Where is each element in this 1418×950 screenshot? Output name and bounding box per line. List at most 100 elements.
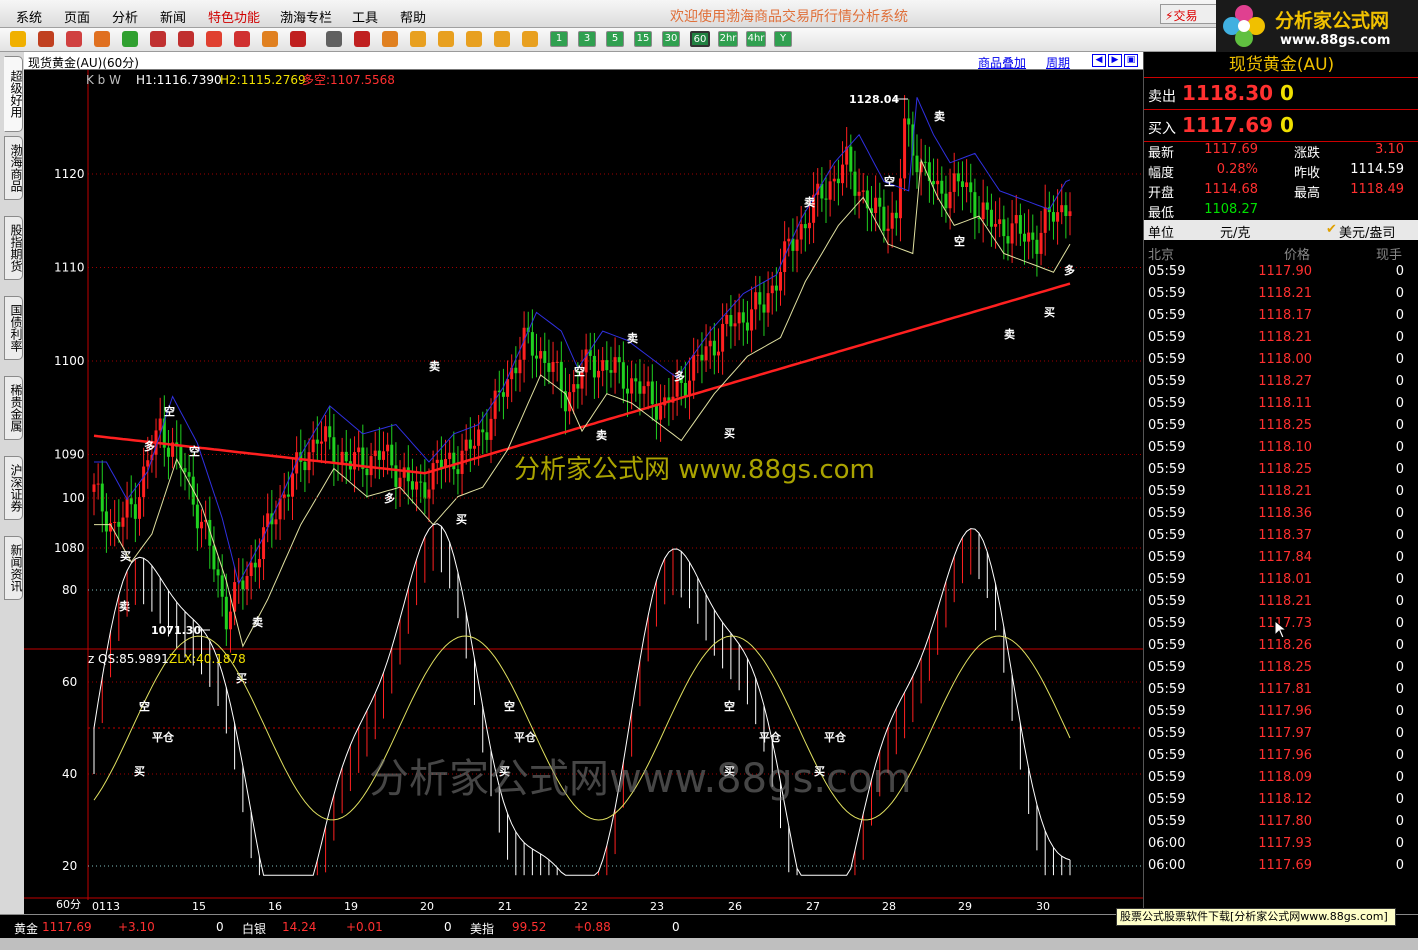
tick-time: 05:59 [1148,484,1186,499]
candle-body [547,362,551,372]
refresh-icon[interactable] [122,31,138,47]
candle-body [166,447,170,457]
menu-page[interactable]: 页面 [64,7,90,26]
tick-price: 1118.27 [1258,374,1312,389]
candle-body [1035,239,1039,254]
tick-row: 05:59 1118.09 0 [1144,770,1418,792]
tab-index-futures[interactable]: 股指期货 [4,216,23,280]
chart-header: 现货黄金(AU)(60分) 商品叠加 周期 ◀ ▶ ▣ [24,52,1143,70]
main-y-tick-label: 1110 [54,261,85,275]
candle-body [799,224,803,240]
period-year-button[interactable]: Y [774,31,792,47]
tick-volume: 0 [1395,616,1404,631]
tab-news[interactable]: 新闻资讯 [4,536,23,600]
menu-help[interactable]: 帮助 [400,7,426,26]
candle-body [874,197,878,214]
chart-canvas[interactable]: 10801090110011101120 卖卖卖卖卖卖卖卖买买买买买多多多多空空… [24,70,1143,914]
tab-bond-rate[interactable]: 国债利率 [4,296,23,360]
zoom-in-icon[interactable] [150,31,166,47]
checkmark-icon[interactable]: ✔ [1326,222,1337,237]
home-icon[interactable] [38,31,54,47]
candle-body [435,459,439,464]
menu-analysis[interactable]: 分析 [112,7,138,26]
period-3min-button[interactable]: 3 [578,31,596,47]
chart-line-icon[interactable] [354,31,370,47]
candle-body [853,171,857,196]
tick-row: 05:59 1117.96 0 [1144,748,1418,770]
tick-price: 1118.21 [1258,286,1312,301]
year-period-icon[interactable] [522,31,538,47]
stat-change-value: 3.10 [1375,142,1404,157]
day-period-icon[interactable] [410,31,426,47]
candle-body [716,351,720,356]
filter-icon[interactable] [290,31,306,47]
week-period-icon[interactable] [438,31,454,47]
menu-system[interactable]: 系统 [16,7,42,26]
stat-range-label: 幅度 [1148,166,1175,181]
legend-h2: H2:1115.2769 [220,73,306,87]
calendar-icon[interactable] [94,31,110,47]
candle-body [683,382,687,397]
quarter-period-icon[interactable] [494,31,510,47]
back-arrow-icon[interactable] [10,31,26,47]
candle-body [530,332,534,356]
candle-body [133,504,137,519]
trade-button[interactable]: ⚡交易 [1160,4,1222,24]
candle-body [985,202,989,210]
candle-body [1023,233,1027,242]
tick-time: 05:59 [1148,396,1186,411]
menu-bohai-column[interactable]: 渤海专栏 [280,7,332,26]
tick-row: 05:59 1118.36 0 [1144,506,1418,528]
currency-toggle[interactable]: 美元/盎司 [1339,222,1395,241]
candle-body [506,379,510,397]
nav-zoom-icon[interactable]: ▣ [1124,54,1138,67]
period-5min-button[interactable]: 5 [606,31,624,47]
tick-volume: 0 [1395,594,1404,609]
menu-news[interactable]: 新闻 [160,7,186,26]
zoom-out-icon[interactable] [178,31,194,47]
table-icon[interactable] [326,31,342,47]
bag-icon[interactable] [66,31,82,47]
candle-body [882,206,886,231]
period-4hr-button[interactable]: 4hr [746,31,766,47]
tick-price: 1117.81 [1258,682,1312,697]
candle-body [468,439,472,449]
window-icon[interactable] [206,31,222,47]
tab-precious-metals[interactable]: 稀贵金属 [4,376,23,440]
tick-volume: 0 [1395,704,1404,719]
main-y-tick-label: 1100 [54,354,85,368]
menu-special[interactable]: 特色功能 [208,7,260,26]
candle-body [1010,223,1014,244]
candle-body [117,521,121,527]
nav-right-icon[interactable]: ▶ [1108,54,1122,67]
period-15min-button[interactable]: 15 [634,31,652,47]
candle-body [423,482,427,499]
tick-time: 05:59 [1148,550,1186,565]
menu-tools[interactable]: 工具 [352,7,378,26]
period-link[interactable]: 周期 [1046,54,1070,71]
tick-time: 06:00 [1148,858,1186,873]
period-30min-button[interactable]: 30 [662,31,680,47]
tab-shanghai-shenzhen[interactable]: 沪深证券 [4,456,23,520]
tab-super[interactable]: 超级好用 [4,56,23,132]
tick-price: 1118.25 [1258,462,1312,477]
period-2hr-button[interactable]: 2hr [718,31,738,47]
tick-row: 05:59 1117.97 0 [1144,726,1418,748]
candle-body [758,292,762,305]
overlay-link[interactable]: 商品叠加 [978,54,1026,71]
candle-body [952,173,956,192]
candle-body [220,575,224,597]
brush-icon[interactable] [262,31,278,47]
candle-body [195,504,199,529]
period-1min-button[interactable]: 1 [550,31,568,47]
candle-body [754,292,758,310]
tab-bohai[interactable]: 渤海商品 [4,136,23,200]
period-60min-button[interactable]: 60 [690,31,710,47]
draw-pen-icon[interactable] [234,31,250,47]
month-period-icon[interactable] [466,31,482,47]
ad-banner[interactable]: 股票公式股票软件下载[分析家公式网www.88gs.com] [1116,908,1396,926]
nav-left-icon[interactable]: ◀ [1092,54,1106,67]
tick-icon[interactable] [382,31,398,47]
chart-area[interactable]: 现货黄金(AU)(60分) 商品叠加 周期 ◀ ▶ ▣ 1080 1090 1100… [24,52,1143,914]
tick-price: 1118.25 [1258,660,1312,675]
